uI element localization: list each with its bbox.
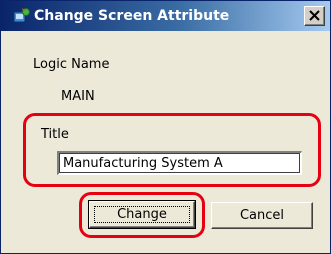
title-label: Title: [41, 127, 69, 142]
change-button[interactable]: Change: [88, 200, 196, 229]
dialog-title: Change Screen Attribute: [34, 8, 230, 24]
change-screen-attribute-dialog: Change Screen Attribute Logic Name MAIN …: [0, 0, 331, 254]
focus-ring: [94, 206, 190, 223]
title-highlight-box: [23, 113, 321, 187]
logic-name-label: Logic Name: [33, 57, 110, 72]
title-input[interactable]: [57, 151, 302, 175]
close-button[interactable]: [304, 6, 325, 26]
app-screen-icon: [13, 7, 31, 25]
cancel-button[interactable]: Cancel: [211, 202, 313, 229]
cancel-button-label: Cancel: [239, 207, 285, 223]
logic-name-value: MAIN: [61, 89, 95, 104]
title-bar[interactable]: Change Screen Attribute: [1, 1, 330, 31]
close-icon: [309, 10, 320, 21]
